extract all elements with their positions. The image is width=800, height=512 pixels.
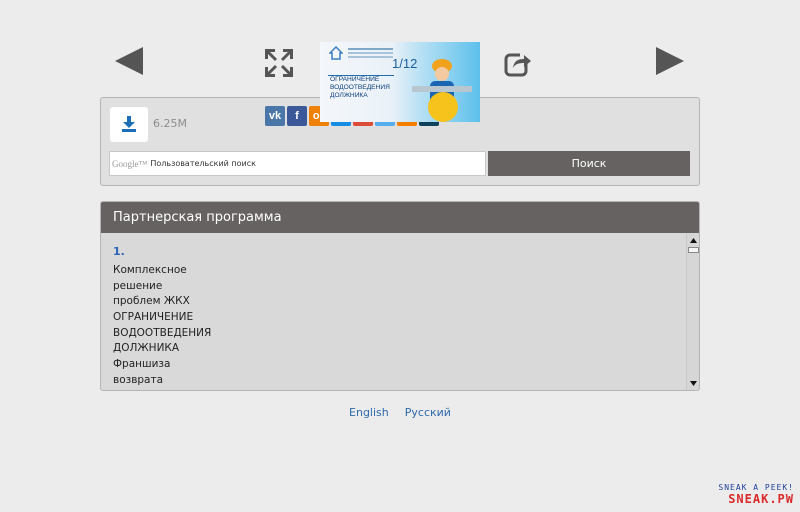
affiliate-title: Партнерская программа [101,202,699,233]
language-english-link[interactable]: English [349,406,389,419]
caret-up-icon [689,237,697,243]
watermark-tagline: SNEAK A PEEK! [718,483,794,492]
house-logo-icon [329,46,343,60]
language-russian-link[interactable]: Русский [405,406,451,419]
affiliate-content: 1. Комплексное решение проблем ЖКХ ОГРАНИЧЕ… [101,233,687,388]
thumbnail-badge [428,92,458,122]
slide-thumbnail[interactable]: ОГРАНИЧЕНИЕ ВОДООТВЕДЕНИЯ ДОЛЖНИКА 1/12 [320,42,480,122]
search-button[interactable]: Поиск [488,151,690,176]
affiliate-text-line: ОГРАНИЧЕНИЕ [113,311,194,324]
scroll-thumb[interactable] [688,247,699,253]
caret-down-icon [689,380,697,386]
affiliate-text-line: Франшиза [113,358,171,371]
file-size: 6.25M [153,117,187,130]
list-item-number[interactable]: 1. [113,245,687,261]
facebook-icon[interactable]: f [287,106,307,126]
affiliate-text-line: возврата [113,373,164,386]
download-icon [122,116,136,132]
search-input[interactable]: Google™ Пользовательский поиск [109,151,486,176]
scrollbar[interactable] [686,233,699,390]
fullscreen-button[interactable] [265,49,293,77]
expand-icon [265,49,293,77]
language-switcher: English Русский [0,406,800,419]
share-button[interactable] [504,50,532,77]
previous-slide-button[interactable] [113,44,145,78]
share-icon [504,50,532,77]
thumbnail-fine-print [348,48,393,50]
affiliate-panel: Партнерская программа 1. Комплексное реше… [100,201,700,391]
vk-icon[interactable]: vk [265,106,285,126]
affiliate-text-line: ВОДООТВЕДЕНИЯ [113,326,212,339]
affiliate-text-line: проблем ЖКХ [113,295,190,308]
watermark-brand: SNEAK.PW [728,492,794,506]
thumbnail-text: ОГРАНИЧЕНИЕ ВОДООТВЕДЕНИЯ ДОЛЖНИКА [330,76,390,99]
google-logo: Google™ [112,158,148,169]
affiliate-text-line: Комплексное [113,264,187,276]
search-placeholder: Пользовательский поиск [150,159,256,168]
scroll-down-button[interactable] [689,377,697,389]
download-button[interactable] [110,107,148,142]
arrow-right-icon [656,47,684,75]
scroll-up-button[interactable] [689,234,697,246]
affiliate-text-line: решение [113,279,163,292]
affiliate-text-line: ДОЛЖНИКА [113,342,180,355]
watermark: SNEAK A PEEK! SNEAK.PW [718,483,794,506]
arrow-left-icon [115,47,143,75]
next-slide-button[interactable] [654,44,686,78]
